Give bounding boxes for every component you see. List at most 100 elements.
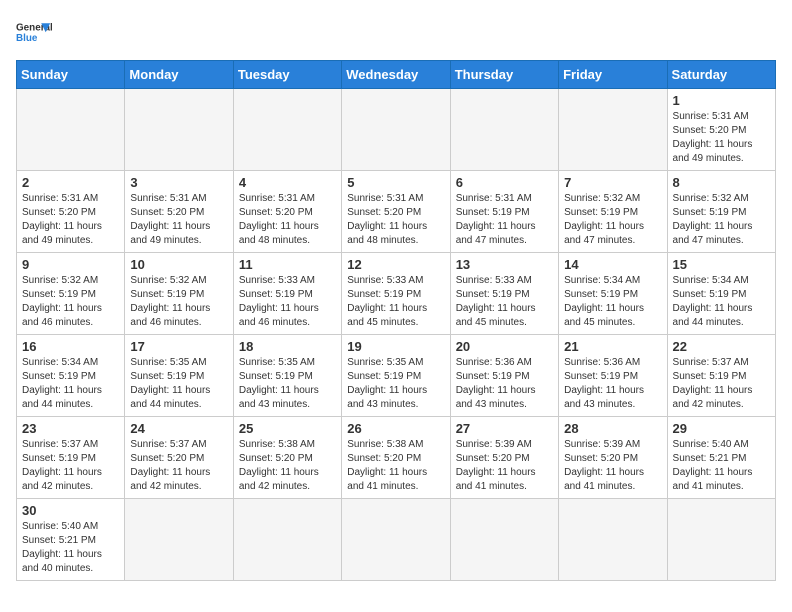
calendar-row: 30 Sunrise: 5:40 AMSunset: 5:21 PMDayligh… (17, 499, 776, 581)
day-number: 15 (673, 257, 770, 272)
calendar-cell (559, 89, 667, 171)
weekday-header-monday: Monday (125, 61, 233, 89)
weekday-header-saturday: Saturday (667, 61, 775, 89)
day-info: Sunrise: 5:32 AMSunset: 5:19 PMDaylight:… (22, 274, 119, 330)
calendar-cell: 13 Sunrise: 5:33 AMSunset: 5:19 PMDayligh… (450, 253, 558, 335)
day-number: 30 (22, 503, 119, 518)
day-info: Sunrise: 5:38 AMSunset: 5:20 PMDaylight:… (347, 438, 444, 494)
day-info: Sunrise: 5:38 AMSunset: 5:20 PMDaylight:… (239, 438, 336, 494)
calendar-cell: 22 Sunrise: 5:37 AMSunset: 5:19 PMDayligh… (667, 335, 775, 417)
day-info: Sunrise: 5:35 AMSunset: 5:19 PMDaylight:… (347, 356, 444, 412)
day-info: Sunrise: 5:34 AMSunset: 5:19 PMDaylight:… (673, 274, 770, 330)
calendar-cell: 29 Sunrise: 5:40 AMSunset: 5:21 PMDayligh… (667, 417, 775, 499)
day-info: Sunrise: 5:33 AMSunset: 5:19 PMDaylight:… (456, 274, 553, 330)
calendar-cell: 23 Sunrise: 5:37 AMSunset: 5:19 PMDayligh… (17, 417, 125, 499)
calendar-cell: 1 Sunrise: 5:31 AMSunset: 5:20 PMDaylight… (667, 89, 775, 171)
weekday-header-row: SundayMondayTuesdayWednesdayThursdayFrid… (17, 61, 776, 89)
day-info: Sunrise: 5:34 AMSunset: 5:19 PMDaylight:… (564, 274, 661, 330)
day-info: Sunrise: 5:33 AMSunset: 5:19 PMDaylight:… (239, 274, 336, 330)
day-info: Sunrise: 5:31 AMSunset: 5:20 PMDaylight:… (22, 192, 119, 248)
day-number: 2 (22, 175, 119, 190)
day-number: 25 (239, 421, 336, 436)
day-number: 22 (673, 339, 770, 354)
day-info: Sunrise: 5:31 AMSunset: 5:20 PMDaylight:… (130, 192, 227, 248)
calendar-row: 23 Sunrise: 5:37 AMSunset: 5:19 PMDayligh… (17, 417, 776, 499)
calendar-cell: 3 Sunrise: 5:31 AMSunset: 5:20 PMDaylight… (125, 171, 233, 253)
calendar-cell: 12 Sunrise: 5:33 AMSunset: 5:19 PMDayligh… (342, 253, 450, 335)
calendar-cell: 5 Sunrise: 5:31 AMSunset: 5:20 PMDaylight… (342, 171, 450, 253)
calendar-cell-empty (450, 499, 558, 581)
calendar-cell (125, 89, 233, 171)
day-info: Sunrise: 5:40 AMSunset: 5:21 PMDaylight:… (22, 520, 119, 576)
day-number: 23 (22, 421, 119, 436)
calendar-cell-empty (667, 499, 775, 581)
day-number: 11 (239, 257, 336, 272)
calendar-cell: 19 Sunrise: 5:35 AMSunset: 5:19 PMDayligh… (342, 335, 450, 417)
day-number: 5 (347, 175, 444, 190)
calendar-row: 9 Sunrise: 5:32 AMSunset: 5:19 PMDaylight… (17, 253, 776, 335)
day-number: 12 (347, 257, 444, 272)
calendar-cell: 7Sunrise: 5:32 AMSunset: 5:19 PMDaylight… (559, 171, 667, 253)
weekday-header-tuesday: Tuesday (233, 61, 341, 89)
calendar-cell-empty (559, 499, 667, 581)
calendar-row: 2 Sunrise: 5:31 AMSunset: 5:20 PMDaylight… (17, 171, 776, 253)
calendar-cell: 21 Sunrise: 5:36 AMSunset: 5:19 PMDayligh… (559, 335, 667, 417)
day-info: Sunrise: 5:33 AMSunset: 5:19 PMDaylight:… (347, 274, 444, 330)
calendar-cell-empty (233, 499, 341, 581)
calendar-cell: 25 Sunrise: 5:38 AMSunset: 5:20 PMDayligh… (233, 417, 341, 499)
calendar-cell: 14 Sunrise: 5:34 AMSunset: 5:19 PMDayligh… (559, 253, 667, 335)
day-info: Sunrise: 5:32 AMSunset: 5:19 PMDaylight:… (130, 274, 227, 330)
calendar-cell: 20Sunrise: 5:36 AMSunset: 5:19 PMDayligh… (450, 335, 558, 417)
day-number: 14 (564, 257, 661, 272)
day-info: Sunrise: 5:40 AMSunset: 5:21 PMDaylight:… (673, 438, 770, 494)
calendar-cell: 26Sunrise: 5:38 AMSunset: 5:20 PMDayligh… (342, 417, 450, 499)
day-number: 1 (673, 93, 770, 108)
calendar-cell-empty (342, 499, 450, 581)
day-number: 13 (456, 257, 553, 272)
logo: General Blue (16, 16, 52, 52)
weekday-header-thursday: Thursday (450, 61, 558, 89)
day-info: Sunrise: 5:31 AMSunset: 5:20 PMDaylight:… (673, 110, 770, 166)
calendar-cell: 2 Sunrise: 5:31 AMSunset: 5:20 PMDaylight… (17, 171, 125, 253)
calendar-cell (233, 89, 341, 171)
day-number: 21 (564, 339, 661, 354)
day-info: Sunrise: 5:36 AMSunset: 5:19 PMDaylight:… (564, 356, 661, 412)
day-number: 3 (130, 175, 227, 190)
calendar-row: 16 Sunrise: 5:34 AMSunset: 5:19 PMDayligh… (17, 335, 776, 417)
day-info: Sunrise: 5:39 AMSunset: 5:20 PMDaylight:… (564, 438, 661, 494)
day-info: Sunrise: 5:35 AMSunset: 5:19 PMDaylight:… (130, 356, 227, 412)
calendar-cell: 17Sunrise: 5:35 AMSunset: 5:19 PMDayligh… (125, 335, 233, 417)
calendar-cell (342, 89, 450, 171)
day-number: 6 (456, 175, 553, 190)
day-info: Sunrise: 5:31 AMSunset: 5:19 PMDaylight:… (456, 192, 553, 248)
day-number: 4 (239, 175, 336, 190)
day-info: Sunrise: 5:36 AMSunset: 5:19 PMDaylight:… (456, 356, 553, 412)
day-number: 16 (22, 339, 119, 354)
day-number: 29 (673, 421, 770, 436)
calendar-cell: 8Sunrise: 5:32 AMSunset: 5:19 PMDaylight… (667, 171, 775, 253)
page-header: General Blue (16, 16, 776, 52)
day-info: Sunrise: 5:31 AMSunset: 5:20 PMDaylight:… (239, 192, 336, 248)
calendar-cell: 16 Sunrise: 5:34 AMSunset: 5:19 PMDayligh… (17, 335, 125, 417)
day-info: Sunrise: 5:37 AMSunset: 5:19 PMDaylight:… (673, 356, 770, 412)
calendar-row: 1 Sunrise: 5:31 AMSunset: 5:20 PMDaylight… (17, 89, 776, 171)
weekday-header-wednesday: Wednesday (342, 61, 450, 89)
svg-text:Blue: Blue (16, 33, 38, 44)
day-number: 18 (239, 339, 336, 354)
calendar-cell: 24Sunrise: 5:37 AMSunset: 5:20 PMDayligh… (125, 417, 233, 499)
day-number: 9 (22, 257, 119, 272)
calendar-cell (17, 89, 125, 171)
day-number: 27 (456, 421, 553, 436)
day-number: 24 (130, 421, 227, 436)
calendar-cell: 6 Sunrise: 5:31 AMSunset: 5:19 PMDaylight… (450, 171, 558, 253)
day-info: Sunrise: 5:34 AMSunset: 5:19 PMDaylight:… (22, 356, 119, 412)
calendar-cell: 28 Sunrise: 5:39 AMSunset: 5:20 PMDayligh… (559, 417, 667, 499)
day-info: Sunrise: 5:31 AMSunset: 5:20 PMDaylight:… (347, 192, 444, 248)
calendar-cell: 11 Sunrise: 5:33 AMSunset: 5:19 PMDayligh… (233, 253, 341, 335)
day-number: 28 (564, 421, 661, 436)
day-info: Sunrise: 5:32 AMSunset: 5:19 PMDaylight:… (564, 192, 661, 248)
day-number: 19 (347, 339, 444, 354)
day-number: 8 (673, 175, 770, 190)
day-info: Sunrise: 5:37 AMSunset: 5:19 PMDaylight:… (22, 438, 119, 494)
calendar-table: SundayMondayTuesdayWednesdayThursdayFrid… (16, 60, 776, 581)
